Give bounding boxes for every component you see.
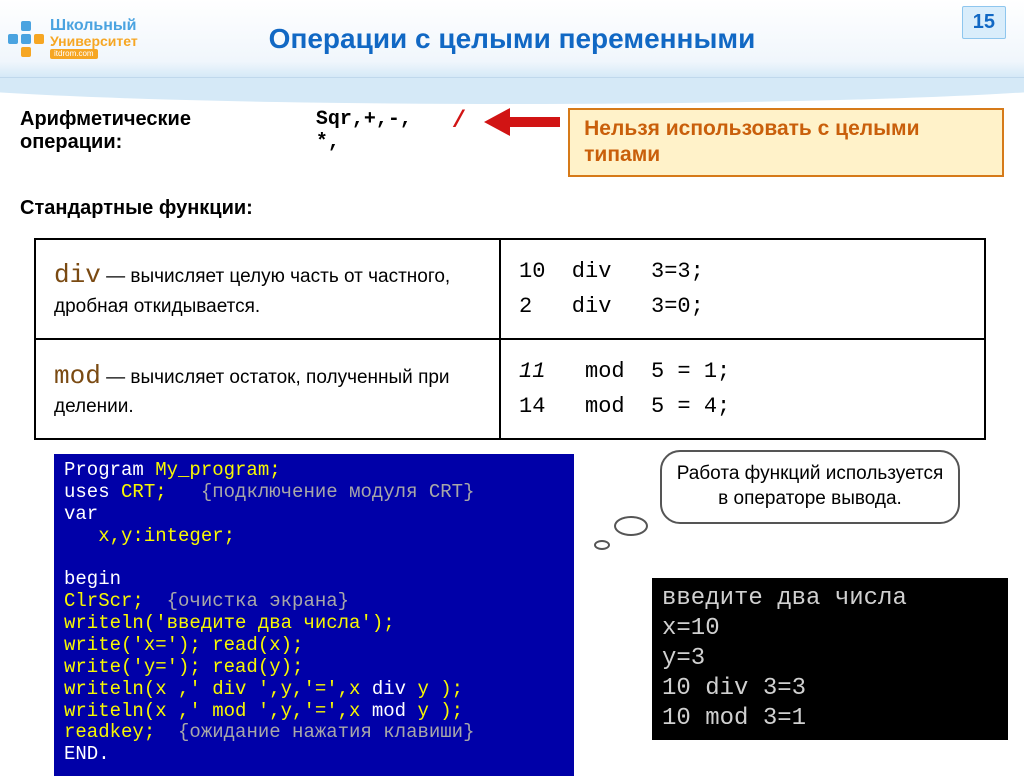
arith-line: Арифметические операции: Sqr,+,-, *, / Н… <box>20 108 1004 177</box>
arith-ops: Sqr,+,-, *, <box>316 108 444 154</box>
div-examples: 10 div 3=3; 2 div 3=0; <box>500 239 985 339</box>
table-row: div — вычисляет целую часть от частного,… <box>35 239 985 339</box>
lower-area: Program My_program; uses CRT; {подключен… <box>20 454 1004 754</box>
page-title: Операции с целыми переменными <box>0 23 1024 55</box>
mod-examples: 11 mod 5 = 1; 14 mod 5 = 4; <box>500 339 985 439</box>
arith-label: Арифметические операции: <box>20 108 290 154</box>
forbidden-op: / <box>452 108 466 135</box>
slide-header: Школьный Университет itdrom.com Операции… <box>0 0 1024 78</box>
arrow-icon <box>484 108 560 136</box>
bubble-tail-icon <box>614 516 648 536</box>
bubble-note: Работа функций используется в операторе … <box>660 450 960 523</box>
div-keyword: div <box>54 260 101 290</box>
mod-keyword: mod <box>54 361 101 391</box>
ops-table: div — вычисляет целую часть от частного,… <box>34 238 986 441</box>
bubble-tail-icon <box>594 540 610 550</box>
page-number: 15 <box>962 6 1006 39</box>
mod-description: mod — вычисляет остаток, полученный при … <box>35 339 500 439</box>
table-row: mod — вычисляет остаток, полученный при … <box>35 339 985 439</box>
content: Арифметические операции: Sqr,+,-, *, / Н… <box>0 78 1024 764</box>
code-editor: Program My_program; uses CRT; {подключен… <box>54 454 574 776</box>
console-output: введите два числа x=10 y=3 10 div 3=3 10… <box>652 578 1008 740</box>
div-description: div — вычисляет целую часть от частного,… <box>35 239 500 339</box>
std-functions-label: Стандартные функции: <box>20 197 1004 220</box>
callout-warning: Нельзя использовать с целыми типами <box>568 108 1004 177</box>
